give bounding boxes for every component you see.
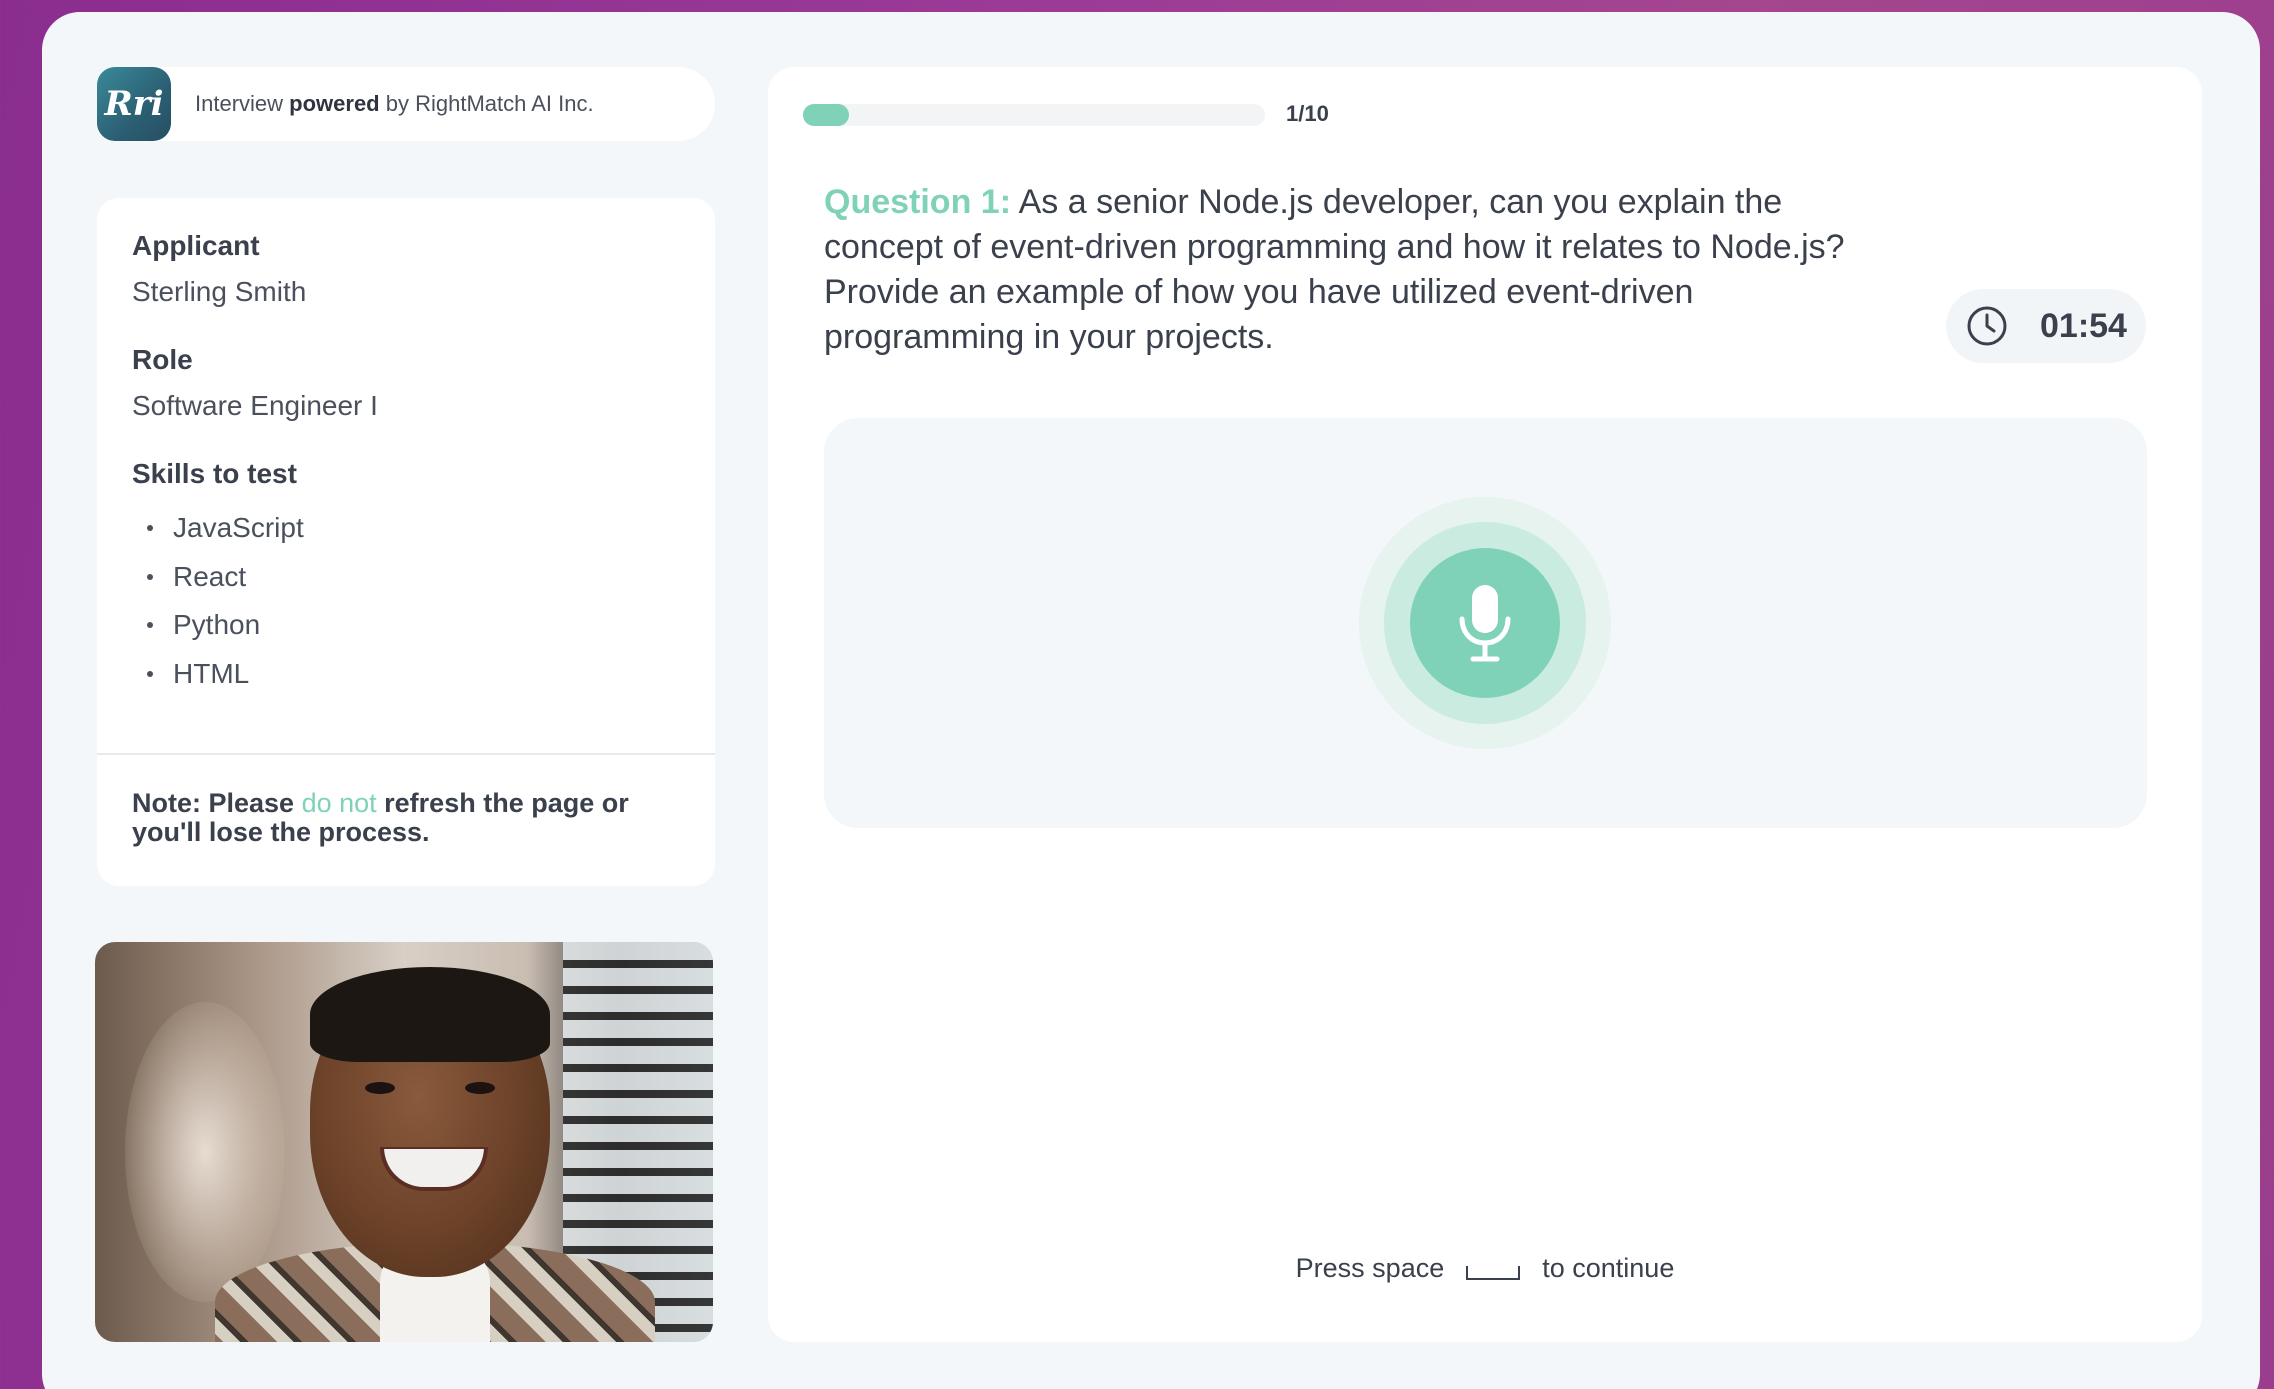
person-hair <box>310 967 550 1062</box>
clock-icon <box>1967 306 2007 346</box>
person-eye <box>465 1082 495 1094</box>
progress-fill <box>803 104 850 126</box>
record-microphone-button[interactable] <box>1410 548 1560 698</box>
applicant-label: Applicant <box>132 230 260 261</box>
note-accent: do not <box>301 788 377 818</box>
continue-hint: Press space to continue <box>768 1253 2202 1284</box>
bullet-icon <box>147 525 153 532</box>
brand-suffix: by RightMatch AI Inc. <box>379 91 594 116</box>
skill-item: React <box>132 553 680 602</box>
question-panel: 1/10 Question 1: As a senior Node.js dev… <box>768 67 2202 1342</box>
countdown-timer: 01:54 <box>1946 289 2146 363</box>
refresh-warning-note: Note: Please do not refresh the page or … <box>132 789 692 847</box>
skill-label: JavaScript <box>173 512 304 544</box>
bullet-icon <box>147 622 153 629</box>
divider <box>97 753 715 755</box>
webcam-preview <box>95 942 713 1342</box>
hint-suffix: to continue <box>1542 1253 1675 1283</box>
skill-label: React <box>173 560 247 592</box>
person-eye <box>365 1082 395 1094</box>
skill-item: Python <box>132 601 680 650</box>
brand-logo: Rri <box>97 67 171 141</box>
brand-header: Rri Interview powered by RightMatch AI I… <box>97 67 715 141</box>
progress-label: 1/10 <box>1286 101 1329 126</box>
applicant-info-card: Applicant Sterling Smith Role Software E… <box>97 198 715 886</box>
bullet-icon <box>147 670 153 677</box>
brand-text: Interview powered by RightMatch AI Inc. <box>195 91 594 117</box>
hint-prefix: Press space <box>1295 1253 1445 1283</box>
skills-label: Skills to test <box>132 458 297 489</box>
role-label: Role <box>132 344 193 375</box>
skills-list: JavaScript React Python HTML <box>132 504 680 698</box>
skill-label: Python <box>173 609 261 641</box>
timer-value: 01:54 <box>2040 306 2127 345</box>
brand-prefix: Interview <box>195 91 290 116</box>
question-label: Question 1: <box>824 183 1012 221</box>
skill-item: JavaScript <box>132 504 680 553</box>
recording-area <box>824 418 2147 828</box>
role-value: Software Engineer I <box>132 390 378 421</box>
background-bokeh <box>125 1002 285 1302</box>
bullet-icon <box>147 573 153 580</box>
progress-bar <box>803 104 1265 126</box>
microphone-icon <box>1459 585 1511 662</box>
question-text: Question 1: As a senior Node.js develope… <box>824 180 1874 360</box>
skill-label: HTML <box>173 657 250 689</box>
note-prefix: Note: Please <box>132 788 302 818</box>
applicant-name: Sterling Smith <box>132 276 307 307</box>
space-key-icon <box>1466 1265 1521 1280</box>
brand-powered: powered <box>289 91 380 116</box>
skill-item: HTML <box>132 650 680 699</box>
